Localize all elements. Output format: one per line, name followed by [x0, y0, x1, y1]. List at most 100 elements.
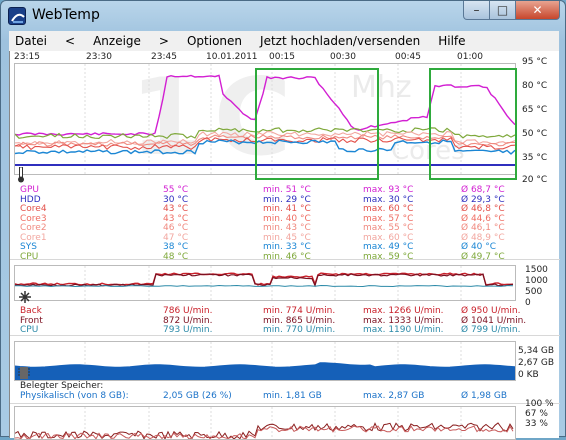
fan-axis-label: 500	[525, 287, 543, 297]
minimize-button[interactable]: –	[463, 1, 490, 20]
close-button[interactable]: ✕	[516, 1, 560, 20]
sensor-min: min. 45 °C	[263, 232, 311, 243]
sensor-max: max. 30 °C	[363, 194, 414, 205]
sensor-average: Ø 49,7 °C	[461, 251, 505, 262]
sensor-max: max. 60 °C	[363, 204, 414, 214]
fan-current: 872 U/min.	[163, 315, 213, 326]
cpu-axis-label: 100 %	[525, 399, 554, 409]
temp-axis-label: 35 °C	[522, 153, 548, 163]
menu-hilfe[interactable]: Hilfe	[438, 34, 465, 48]
sensor-name: Core4	[20, 204, 47, 214]
fan-name: Front	[20, 315, 43, 326]
sensor-current: 43 °C	[163, 213, 189, 224]
sensor-max: max. 93 °C	[363, 185, 414, 195]
thermometer-icon	[8, 7, 26, 25]
cpu-axis-label: 67 %	[525, 409, 548, 419]
menu-bar: Datei < Anzeige > Optionen Jetzt hochlad…	[9, 31, 559, 51]
application-window: WebTemp – □ ✕ Datei < Anzeige > Optionen…	[0, 0, 566, 440]
time-label: 01:00	[457, 52, 483, 62]
fan-axis-label: 1500	[525, 265, 548, 275]
sensor-average: Ø 29,3 °C	[461, 194, 505, 205]
fan-current: 793 U/min.	[163, 325, 213, 335]
fan-current: 786 U/min.	[163, 306, 213, 316]
temp-axis-label: 65 °C	[522, 105, 548, 115]
sensor-max: max. 60 °C	[363, 232, 414, 243]
cpu-load-graph[interactable]	[14, 406, 516, 440]
sensor-name: GPU	[20, 185, 39, 195]
memory-current: 2,05 GB (26 %)	[163, 391, 232, 401]
sensor-average: Ø 48,9 °C	[461, 232, 505, 243]
sensor-max: max. 59 °C	[363, 251, 414, 262]
menu-back-arrow[interactable]: <	[65, 34, 75, 48]
sensor-name: HDD	[20, 194, 41, 205]
highlight-box	[429, 68, 517, 180]
sensor-average: Ø 68,7 °C	[461, 185, 505, 195]
time-label: 23:15	[14, 52, 40, 62]
sensor-name: Core2	[20, 223, 47, 233]
time-label: 23:30	[86, 52, 112, 62]
title-bar[interactable]: WebTemp – □ ✕	[1, 1, 565, 31]
temp-axis-label: 80 °C	[522, 81, 548, 91]
sensor-current: 43 °C	[163, 204, 189, 214]
fan-graph[interactable]	[14, 265, 516, 301]
memory-axis-label: 2,67 GB	[518, 358, 555, 368]
fan-max: max. 1333 U/min.	[363, 315, 444, 326]
memory-max: max. 2,87 GB	[363, 391, 425, 401]
window-title: WebTemp	[32, 7, 100, 23]
fan-average: Ø 799 U/min.	[461, 325, 521, 335]
maximize-button[interactable]: □	[490, 1, 516, 20]
sensor-average: Ø 46,8 °C	[461, 204, 505, 214]
sensor-min: min. 33 °C	[263, 242, 311, 252]
monitor-area: 1C Mhz Cores Belegter Speicher: Physikal…	[9, 51, 560, 440]
sensor-name: CPU	[20, 251, 39, 262]
sensor-current: 38 °C	[163, 242, 189, 252]
fan-name: CPU	[20, 325, 39, 335]
memory-graph[interactable]	[14, 341, 516, 381]
time-label: 00:15	[269, 52, 295, 62]
fan-max: max. 1266 U/min.	[363, 306, 444, 316]
cpu-axis-label: 33 %	[525, 419, 548, 429]
menu-forward-arrow[interactable]: >	[159, 34, 169, 48]
sensor-current: 55 °C	[163, 185, 189, 195]
sensor-min: min. 41 °C	[263, 204, 311, 214]
fan-axis-label: 0	[525, 298, 531, 308]
menu-upload[interactable]: Jetzt hochladen/versenden	[260, 34, 420, 48]
memory-area	[15, 362, 515, 380]
fan-min: min. 770 U/min.	[263, 325, 336, 335]
temperature-graph[interactable]: 1C Mhz Cores	[14, 56, 517, 180]
fan-max: max. 1190 U/min.	[363, 325, 444, 335]
sensor-name: SYS	[20, 242, 37, 252]
memory-heading: Belegter Speicher:	[20, 381, 104, 391]
temp-axis-label: 20 °C	[522, 175, 548, 185]
menu-optionen[interactable]: Optionen	[187, 34, 242, 48]
memory-min: min. 1,81 GB	[263, 391, 322, 401]
time-label: 00:45	[395, 52, 421, 62]
sensor-current: 46 °C	[163, 223, 189, 233]
time-label: 00:30	[330, 52, 356, 62]
highlight-box	[255, 68, 379, 180]
sensor-current: 48 °C	[163, 251, 189, 262]
temp-axis-label: 95 °C	[522, 57, 548, 67]
menu-anzeige[interactable]: Anzeige	[93, 34, 141, 48]
memory-axis-label: 5,34 GB	[518, 346, 555, 356]
sensor-average: Ø 46,1 °C	[461, 223, 505, 233]
sensor-max: max. 49 °C	[363, 242, 414, 252]
memory-label: Physikalisch (von 8 GB):	[20, 391, 129, 401]
sensor-current: 47 °C	[163, 232, 189, 243]
menu-datei[interactable]: Datei	[15, 34, 47, 48]
fan-min: min. 774 U/min.	[263, 306, 336, 316]
time-label: 23:45	[151, 52, 177, 62]
sensor-max: max. 57 °C	[363, 213, 414, 224]
sensor-current: 30 °C	[163, 194, 189, 205]
fan-average: Ø 950 U/min.	[461, 306, 521, 316]
fan-min: min. 865 U/min.	[263, 315, 336, 326]
fan-average: Ø 1041 U/min.	[461, 315, 527, 326]
sensor-min: min. 46 °C	[263, 251, 311, 262]
fan-name: Back	[20, 306, 42, 316]
sensor-min: min. 29 °C	[263, 194, 311, 205]
sensor-min: min. 43 °C	[263, 223, 311, 233]
sensor-min: min. 51 °C	[263, 185, 311, 195]
sensor-name: Core3	[20, 213, 47, 224]
memory-axis-label: 0 KB	[518, 370, 539, 380]
sensor-average: Ø 40 °C	[461, 242, 497, 252]
